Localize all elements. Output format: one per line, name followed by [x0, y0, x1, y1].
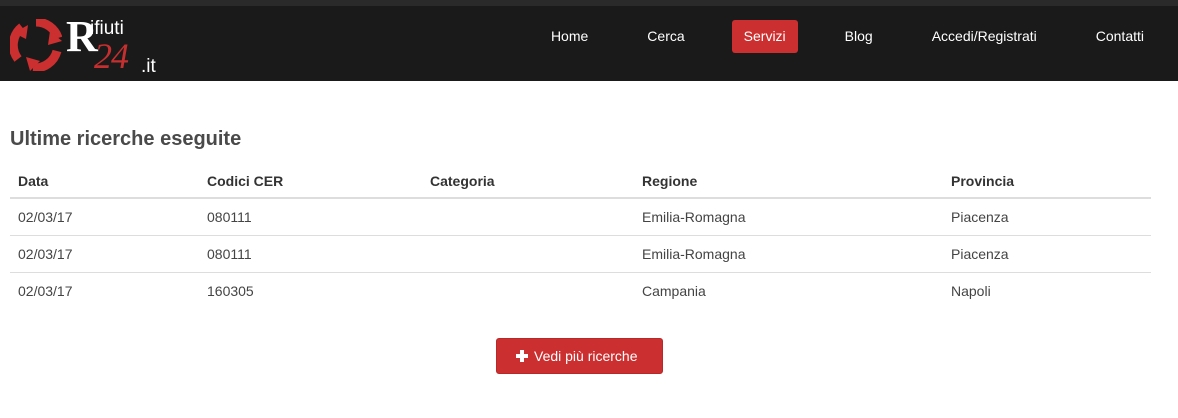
main-content: Ultime ricerche eseguite Data Codici CER…	[10, 124, 1151, 309]
logo-tld: .it	[141, 56, 156, 77]
nav-item-cerca[interactable]: Cerca	[635, 20, 696, 53]
column-header-categoria: Categoria	[422, 164, 634, 199]
plus-icon	[516, 350, 528, 362]
table-row: 02/03/17 080111 Emilia-Romagna Piacenza	[10, 234, 1151, 272]
recent-searches-table: Data Codici CER Categoria Regione Provin…	[10, 164, 1151, 309]
cell-data: 02/03/17	[18, 208, 73, 225]
site-logo[interactable]: R ifiuti 24 .it	[10, 13, 170, 79]
cell-provincia: Piacenza	[943, 234, 1151, 272]
nav-item-servizi[interactable]: Servizi	[731, 19, 798, 53]
more-button-wrapper: Vedi più ricerche	[496, 338, 663, 374]
column-header-data: Data	[10, 164, 199, 199]
cell-codici-cer: 160305	[199, 271, 422, 309]
nav-item-blog[interactable]: Blog	[833, 20, 885, 53]
table-row: 02/03/17 160305 Campania Napoli	[10, 271, 1151, 309]
top-navbar: R ifiuti 24 .it Home Cerca Servizi Blog …	[0, 0, 1178, 81]
nav-item-accedi-registrati[interactable]: Accedi/Registrati	[920, 20, 1049, 53]
column-header-regione: Regione	[634, 164, 943, 199]
cell-data: 02/03/17	[10, 271, 199, 309]
column-header-codici-cer: Codici CER	[199, 164, 422, 199]
nav-item-contatti[interactable]: Contatti	[1084, 20, 1156, 53]
cell-regione: Emilia-Romagna	[642, 208, 746, 225]
main-menu: Home Cerca Servizi Blog Accedi/Registrat…	[504, 19, 1156, 53]
cell-categoria	[422, 234, 634, 272]
cell-categoria	[422, 271, 634, 309]
section-title: Ultime ricerche eseguite	[10, 128, 242, 150]
more-button-label: Vedi più ricerche	[534, 348, 638, 364]
cell-categoria	[422, 198, 634, 235]
nav-item-home[interactable]: Home	[539, 20, 600, 53]
vedi-piu-ricerche-button[interactable]: Vedi più ricerche	[496, 338, 663, 374]
cell-codici-cer: 080111	[207, 208, 252, 225]
cell-regione: Emilia-Romagna	[634, 234, 943, 272]
recycle-arrows-icon	[10, 19, 62, 71]
cell-data: 02/03/17	[10, 234, 199, 272]
cell-regione: Campania	[634, 271, 943, 309]
cell-provincia: Napoli	[943, 271, 1151, 309]
logo-number: 24	[94, 36, 129, 76]
cell-provincia: Piacenza	[951, 208, 1009, 225]
column-header-provincia: Provincia	[943, 164, 1151, 199]
table-header-row: Data Codici CER Categoria Regione Provin…	[10, 164, 1151, 199]
table-row: 02/03/17 080111 Emilia-Romagna Piacenza	[10, 198, 1151, 235]
cell-codici-cer: 080111	[199, 234, 422, 272]
